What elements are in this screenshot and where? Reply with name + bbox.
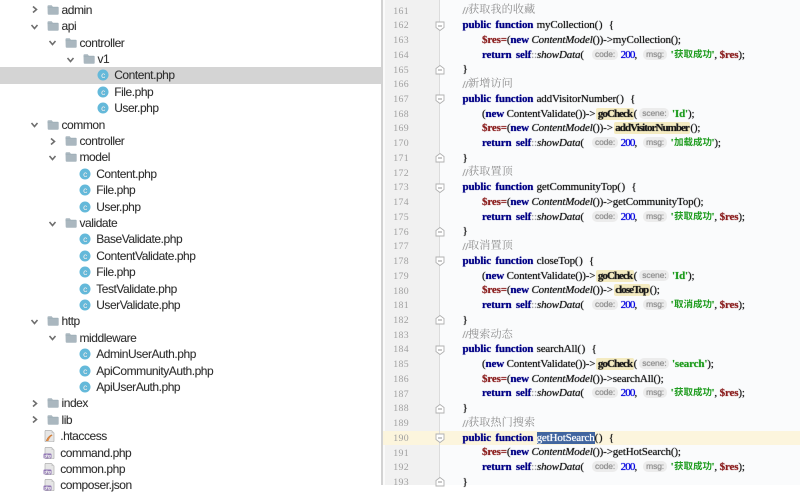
- svg-text:php: php: [44, 470, 51, 475]
- svg-text:php: php: [44, 453, 51, 458]
- svg-text:php: php: [44, 486, 51, 491]
